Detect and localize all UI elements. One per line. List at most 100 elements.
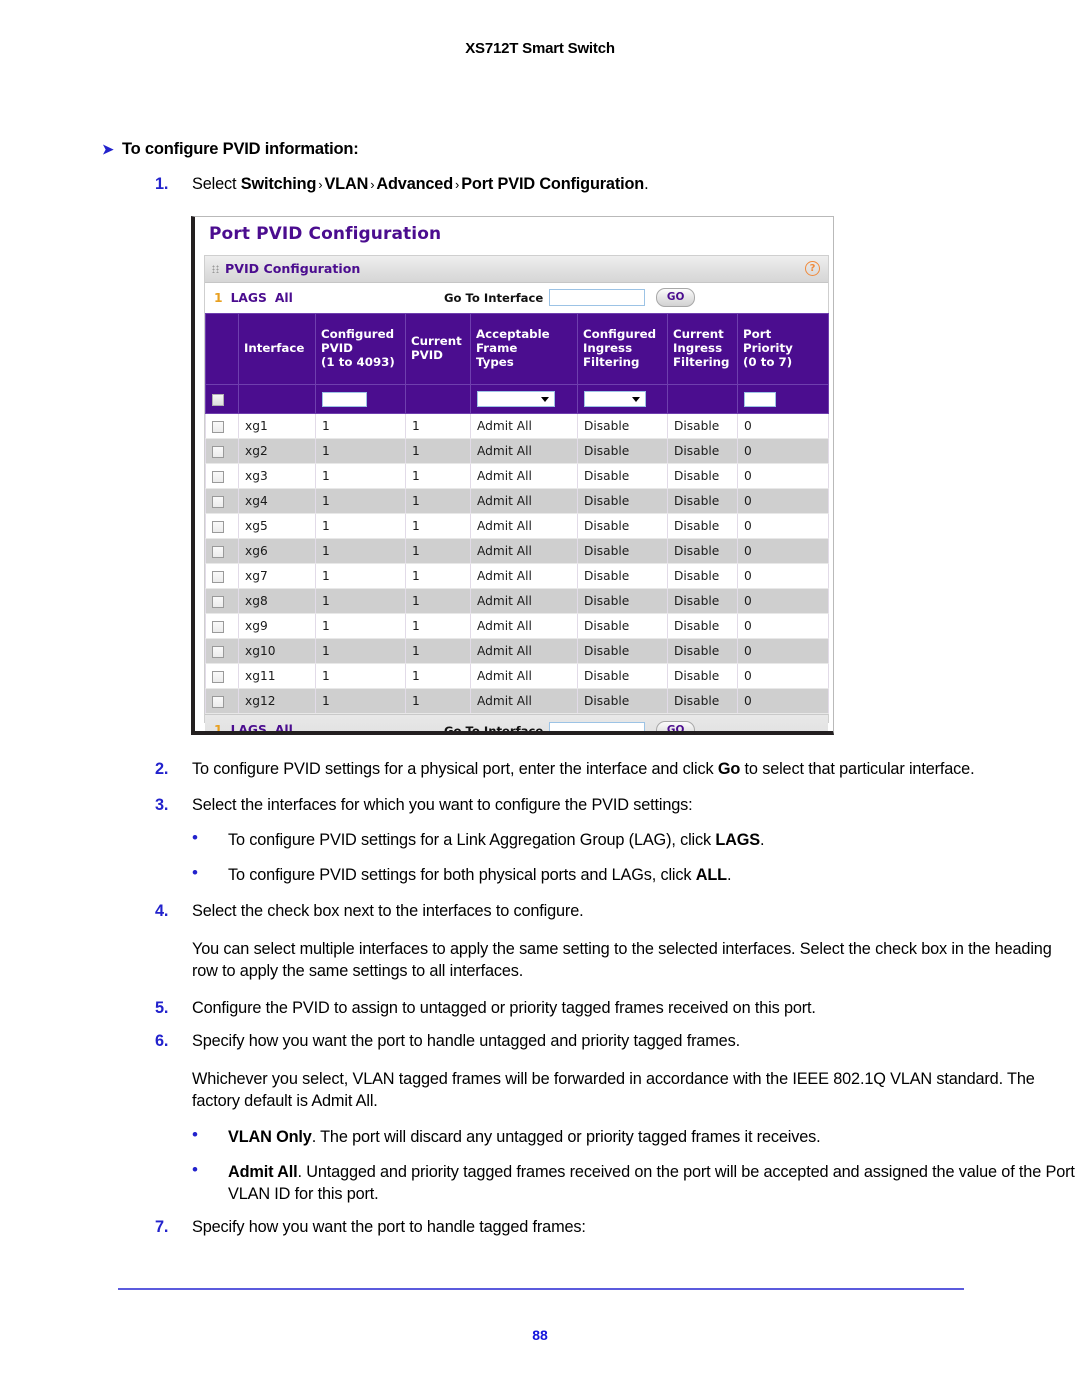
goto-interface-input-top[interactable] [549,289,646,306]
lag-number-link-top[interactable]: 1 [214,291,223,305]
toolbar-top: 1 LAGS All Go To Interface GO [205,283,828,313]
cell-acceptable-frame-types: Admit All [470,538,578,564]
step-3-bullet-2: • To configure PVID settings for both phy… [0,863,1080,886]
col-select [205,313,239,385]
row-checkbox[interactable] [212,445,224,458]
step-3-number: 3. [155,796,169,814]
col-acceptable-frame-types: Acceptable Frame Types [470,313,578,385]
cell-port-priority: 0 [737,638,829,664]
goto-interface-group-top: Go To Interface GO [444,288,696,307]
cell-configured-pvid: 1 [315,563,406,589]
step-6-number: 6. [155,1031,169,1050]
cell-current-ingress: Disable [667,538,738,564]
col-current-pvid: Current PVID [405,313,471,385]
goto-interface-input-bottom[interactable] [549,722,646,731]
bulk-acceptable-frame-types-select[interactable] [477,391,555,407]
step-3-bullet-2-pre: To configure PVID settings for both phys… [228,866,696,884]
document-body: ➤ To configure PVID information: 1. Selec… [0,140,1080,195]
row-checkbox[interactable] [212,545,224,558]
step-3-bullet-1-pre: To configure PVID settings for a Link Ag… [228,831,716,849]
step-6-text: Specify how you want the port to handle … [192,1031,740,1050]
select-all-checkbox[interactable] [212,393,224,406]
row-select-cell[interactable] [205,413,239,439]
row-checkbox[interactable] [212,620,224,633]
section-arrow-icon: ➤ [102,141,114,157]
all-link-bottom[interactable]: All [275,723,293,731]
cell-configured-ingress: Disable [577,688,668,714]
row-checkbox[interactable] [212,670,224,683]
col-current-pvid-l1: Current [411,334,462,349]
row-select-cell[interactable] [205,463,239,489]
row-checkbox[interactable] [212,645,224,658]
step-2-pre: To configure PVID settings for a physica… [192,760,718,778]
row-checkbox[interactable] [212,470,224,483]
bulk-configured-ingress-select[interactable] [584,391,646,407]
pvid-table: Interface Configured PVID (1 to 4093) Cu… [205,313,829,714]
table-row: xg12 1 1 Admit All Disable Disable 0 [205,688,829,714]
row-select-cell[interactable] [205,688,239,714]
cell-configured-ingress: Disable [577,488,668,514]
bulk-port-priority-input[interactable] [744,391,776,407]
row-checkbox[interactable] [212,595,224,608]
cell-current-pvid: 1 [405,513,471,539]
cell-interface: xg6 [238,538,316,564]
bulk-acceptable-cell [470,384,578,414]
table-row: xg11 1 1 Admit All Disable Disable 0 [205,663,829,689]
row-checkbox[interactable] [212,570,224,583]
row-checkbox[interactable] [212,520,224,533]
bulk-configured-pvid-input[interactable] [322,391,367,407]
section-heading-text: To configure PVID information: [122,140,359,158]
row-checkbox[interactable] [212,420,224,433]
row-select-cell[interactable] [205,538,239,564]
cell-interface: xg7 [238,563,316,589]
table-row: xg3 1 1 Admit All Disable Disable 0 [205,463,829,489]
go-button-bottom[interactable]: GO [656,721,696,731]
step-5-text: Configure the PVID to assign to untagged… [192,998,816,1017]
step-3-text: Select the interfaces for which you want… [192,796,693,814]
lags-link-bottom[interactable]: LAGS [231,723,267,731]
drag-grip-icon[interactable] [212,265,219,273]
cell-acceptable-frame-types: Admit All [470,513,578,539]
lags-link-top[interactable]: LAGS [231,291,267,305]
col-cfg-ingress-l2: Ingress [583,341,633,356]
col-acceptable-l3: Types [476,354,514,369]
table-row: xg7 1 1 Admit All Disable Disable 0 [205,563,829,589]
cell-interface: xg5 [238,513,316,539]
row-checkbox[interactable] [212,495,224,508]
lag-filter-links-top: 1 LAGS All [214,291,301,305]
cell-configured-ingress: Disable [577,438,668,464]
go-button-top[interactable]: GO [656,288,696,307]
help-icon[interactable]: ? [805,261,820,276]
row-select-cell[interactable] [205,488,239,514]
row-select-cell[interactable] [205,638,239,664]
row-select-cell[interactable] [205,513,239,539]
cell-acceptable-frame-types: Admit All [470,688,578,714]
row-select-cell[interactable] [205,588,239,614]
all-link-top[interactable]: All [275,291,293,305]
row-checkbox[interactable] [212,695,224,708]
row-select-cell[interactable] [205,563,239,589]
step-5: 5. Configure the PVID to assign to untagg… [0,997,1080,1019]
col-configured-pvid-l2: PVID [321,341,353,356]
step-3-bullet-1-bold: LAGS [715,831,761,849]
cell-current-pvid: 1 [405,663,471,689]
row-select-cell[interactable] [205,663,239,689]
bulk-cfg-ingress-cell [577,384,668,414]
table-row: xg4 1 1 Admit All Disable Disable 0 [205,488,829,514]
bulk-select-cell[interactable] [205,384,239,414]
cell-acceptable-frame-types: Admit All [470,588,578,614]
cell-configured-pvid: 1 [315,463,406,489]
cell-port-priority: 0 [737,513,829,539]
cell-current-ingress: Disable [667,463,738,489]
row-select-cell[interactable] [205,613,239,639]
lag-number-link-bottom[interactable]: 1 [214,723,223,731]
cell-configured-pvid: 1 [315,413,406,439]
cell-current-ingress: Disable [667,513,738,539]
col-acceptable-l2: Frame [476,341,518,356]
bullet-dot-icon: • [192,1159,198,1179]
step-4-number: 4. [155,902,169,920]
col-acceptable-l1: Acceptable [476,327,550,342]
row-select-cell[interactable] [205,438,239,464]
cell-current-pvid: 1 [405,538,471,564]
step-1: 1. Select Switching › VLAN › Advanced › Port PV… [0,173,1080,195]
